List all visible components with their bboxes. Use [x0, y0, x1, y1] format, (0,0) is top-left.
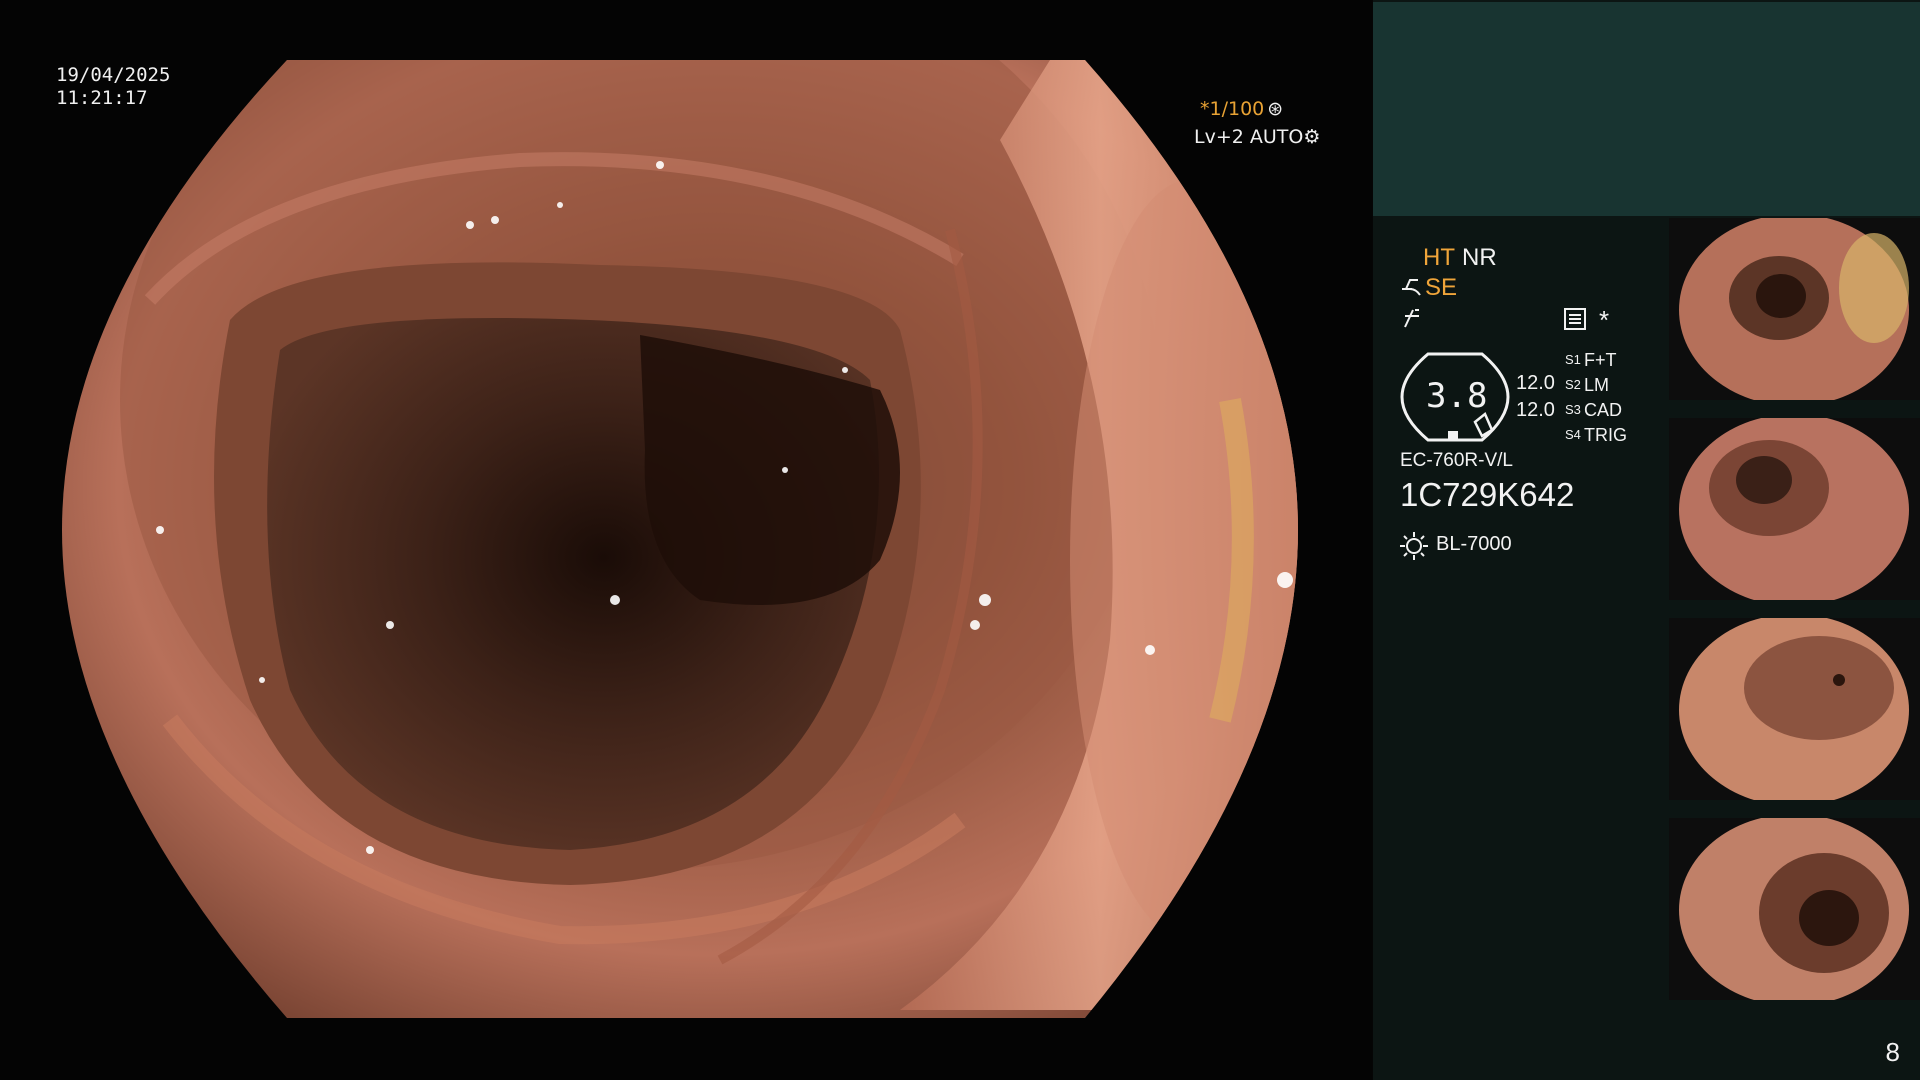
info-panel: HT NR SE * 3.8 12.0 12.0 S1 F+T S2 LM S3…	[1373, 0, 1920, 1080]
nr-label: NR	[1462, 244, 1497, 271]
s2-value: LM	[1584, 375, 1610, 395]
thumbnail-3[interactable]	[1669, 618, 1920, 800]
menu-icon	[1564, 308, 1586, 330]
value-2: 12.0	[1516, 399, 1555, 421]
scope-model: EC-760R-V/L	[1400, 450, 1513, 471]
time-label: 11:21:17	[56, 87, 148, 109]
dial-value: 3.8	[1426, 376, 1488, 416]
shutter-display: *1/100 ⊛	[1200, 98, 1283, 120]
thumbnail-4[interactable]	[1669, 818, 1920, 1000]
s3-value: CAD	[1584, 400, 1623, 420]
aperture-icon: ⊛	[1267, 98, 1284, 120]
date-label: 19/04/2025	[56, 64, 171, 86]
value-1: 12.0	[1516, 372, 1555, 394]
s4-value: TRIG	[1584, 425, 1627, 445]
sun-icon	[1400, 532, 1428, 560]
scope-serial: 1C729K642	[1400, 476, 1575, 513]
light-source: BL-7000	[1436, 533, 1512, 555]
asterisk-label: *	[1599, 305, 1610, 335]
thumbnail-2[interactable]	[1669, 418, 1920, 600]
s4-label: S4	[1565, 427, 1581, 442]
shutter-prefix: *	[1200, 98, 1210, 120]
gear-icon: ⚙	[1303, 126, 1321, 148]
freeze-icon	[1404, 309, 1419, 328]
page-number: 8	[1885, 1037, 1900, 1067]
s1-label: S1	[1565, 352, 1581, 367]
thumbnail-1[interactable]	[1669, 218, 1920, 400]
scope-bend-icon	[1402, 279, 1421, 296]
endoscope-view: 19/04/2025 11:21:17 *1/100 ⊛ Lv+2 AUTO⚙	[0, 0, 1372, 1080]
s2-label: S2	[1565, 377, 1581, 392]
date-time-display: 19/04/2025 11:21:17	[56, 64, 170, 110]
level-label: Lv+2 AUTO	[1194, 126, 1304, 148]
panel-header-area	[1373, 2, 1920, 216]
shutter-speed: 1/100	[1209, 98, 1265, 120]
se-label: SE	[1425, 274, 1458, 301]
ht-label: HT	[1423, 244, 1455, 271]
level-display: Lv+2 AUTO⚙	[1194, 126, 1320, 148]
s1-value: F+T	[1584, 350, 1617, 370]
endoscopy-image	[62, 60, 1298, 1018]
s3-label: S3	[1565, 402, 1581, 417]
